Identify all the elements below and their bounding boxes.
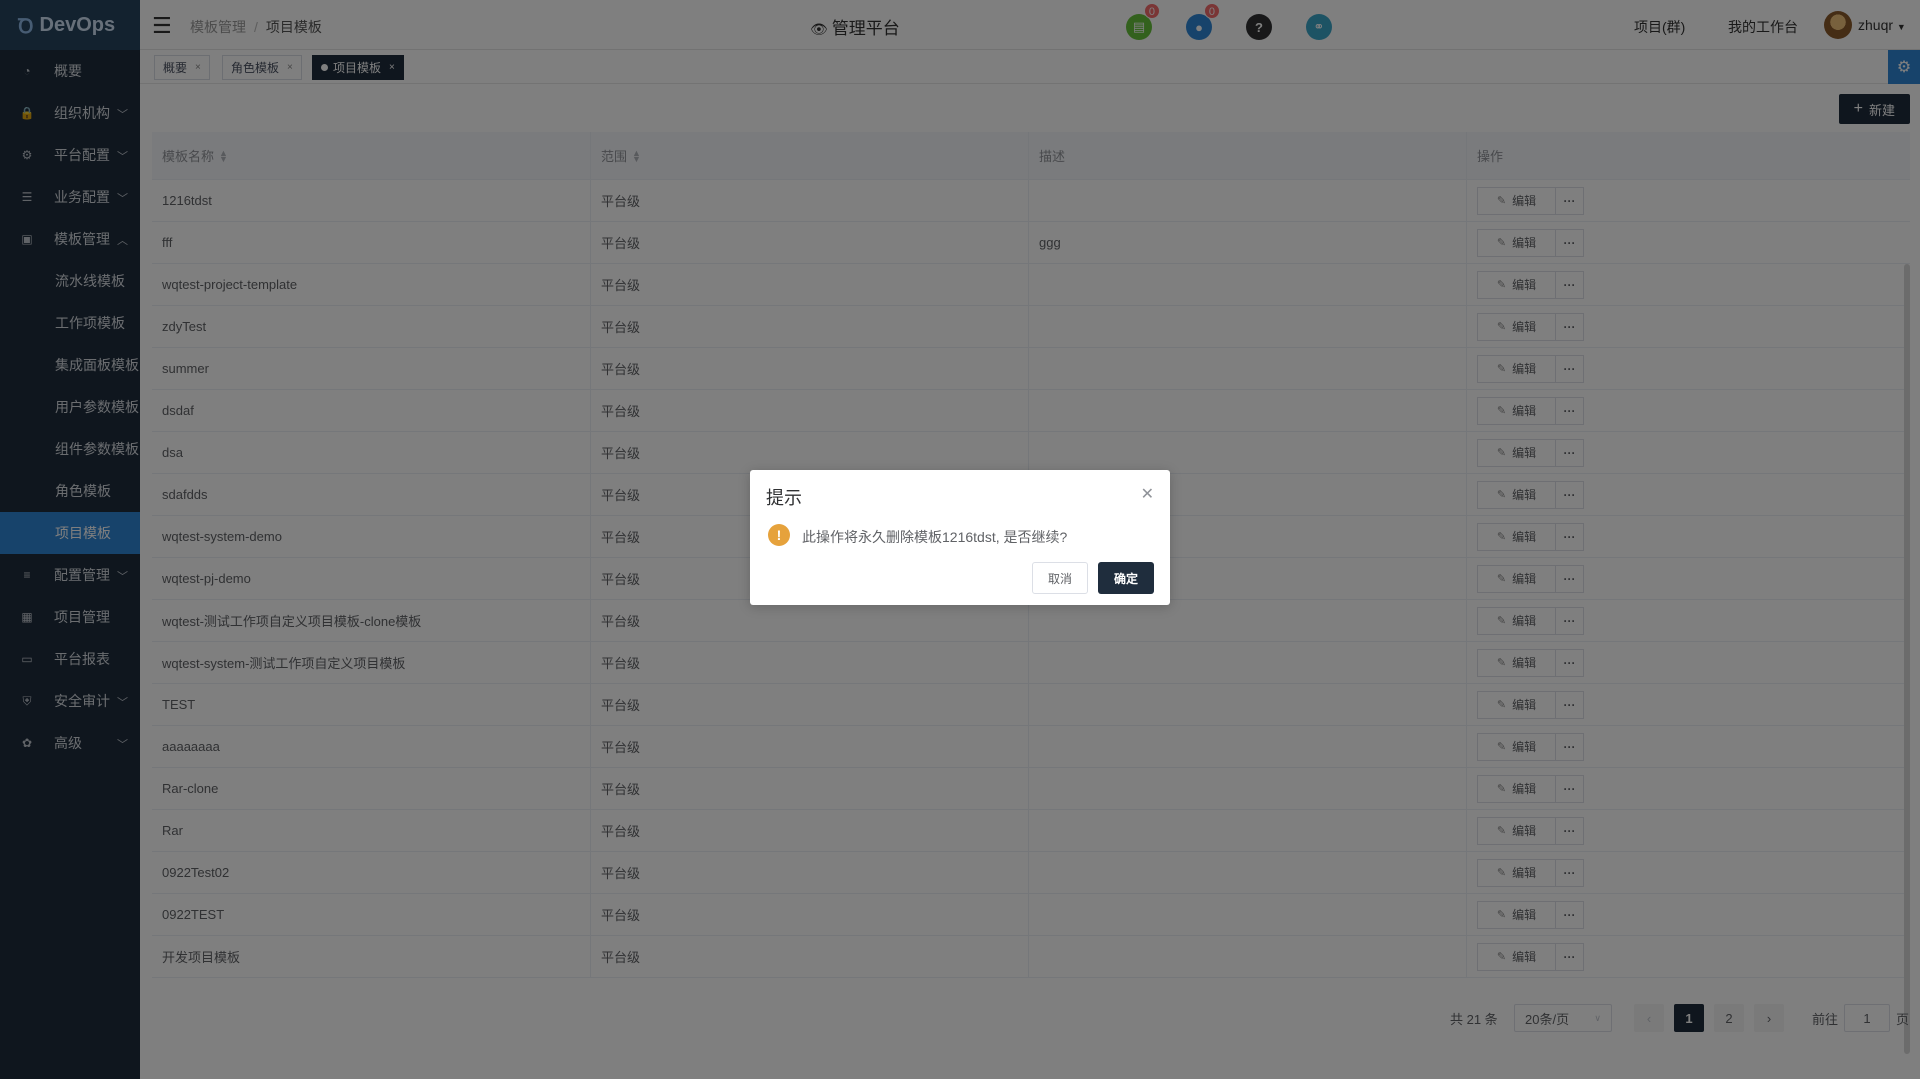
dialog-title: 提示 [766, 488, 802, 508]
confirm-dialog: 提示 ✕ ! 此操作将永久删除模板1216tdst, 是否继续? 取消 确定 [750, 470, 1170, 605]
confirm-button[interactable]: 确定 [1098, 562, 1154, 594]
cancel-button[interactable]: 取消 [1032, 562, 1088, 594]
close-icon[interactable]: ✕ [1141, 484, 1154, 504]
warning-icon: ! [768, 524, 790, 546]
dialog-message: 此操作将永久删除模板1216tdst, 是否继续? [802, 529, 1068, 545]
